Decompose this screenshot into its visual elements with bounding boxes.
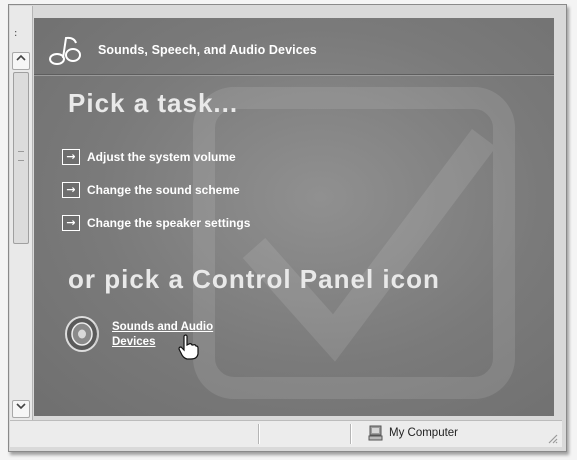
category-header: Sounds, Speech, and Audio Devices xyxy=(46,30,317,70)
task-label: Change the sound scheme xyxy=(87,182,240,197)
scroll-up-button[interactable] xyxy=(12,52,30,70)
security-zone: My Computer xyxy=(368,425,458,441)
arrow-right-icon: → xyxy=(62,148,80,165)
header-divider xyxy=(34,74,554,75)
scroll-down-button[interactable] xyxy=(12,400,30,418)
status-divider xyxy=(258,424,259,444)
sounds-audio-devices-link[interactable]: Sounds and Audio Devices xyxy=(62,314,252,354)
task-label: Adjust the system volume xyxy=(87,149,236,164)
or-pick-heading: or pick a Control Panel icon xyxy=(68,264,440,294)
scroll-marker: : xyxy=(14,28,18,39)
task-adjust-volume[interactable]: → Adjust the system volume xyxy=(62,140,250,173)
resize-grip-icon[interactable] xyxy=(546,432,558,444)
computer-icon xyxy=(368,425,383,441)
task-label: Change the speaker settings xyxy=(87,215,251,230)
status-divider xyxy=(350,424,351,444)
arrow-right-icon: → xyxy=(62,214,80,231)
vertical-scrollbar[interactable]: : xyxy=(10,6,33,420)
status-bar: My Computer xyxy=(10,420,562,447)
category-panel: Sounds, Speech, and Audio Devices Pick a… xyxy=(34,18,554,416)
watermark-checkmark-icon xyxy=(193,87,515,399)
music-note-icon xyxy=(49,36,81,65)
task-change-speaker-settings[interactable]: → Change the speaker settings xyxy=(62,206,250,239)
chevron-up-icon xyxy=(16,54,26,61)
zone-label: My Computer xyxy=(389,427,459,439)
pick-task-heading: Pick a task... xyxy=(68,88,239,118)
scroll-grip-icon xyxy=(18,151,24,161)
chevron-down-icon xyxy=(16,403,26,410)
category-title: Sounds, Speech, and Audio Devices xyxy=(98,43,317,57)
speaker-icon xyxy=(65,316,99,352)
task-list: → Adjust the system volume → Change the … xyxy=(62,140,250,239)
arrow-right-icon: → xyxy=(62,181,80,198)
scroll-thumb[interactable] xyxy=(13,72,29,244)
task-change-sound-scheme[interactable]: → Change the sound scheme xyxy=(62,173,250,206)
hand-cursor-icon xyxy=(178,334,199,360)
